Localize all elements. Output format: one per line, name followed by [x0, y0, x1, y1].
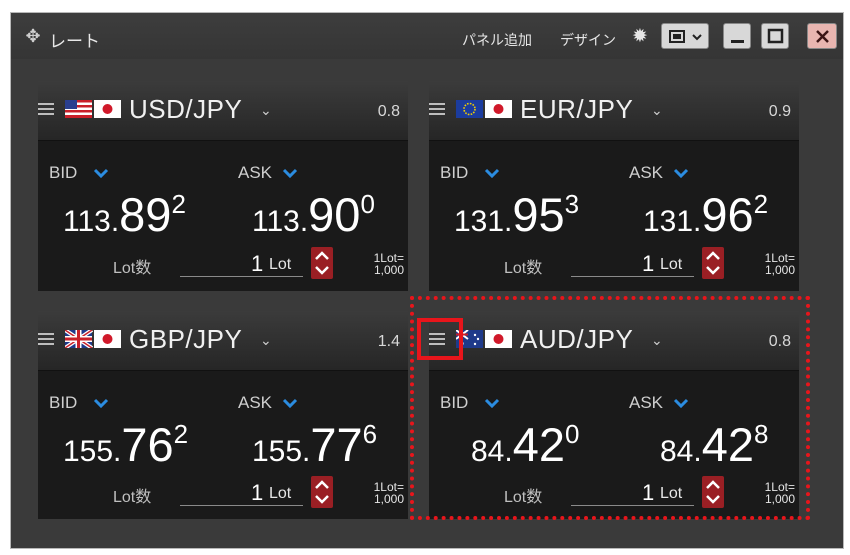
ask-price-button[interactable]: 131.962: [643, 187, 768, 242]
stepper-arrows-icon: [706, 251, 720, 275]
chevron-down-icon[interactable]: [484, 168, 500, 178]
lot-unit: Lot: [660, 256, 683, 273]
lot-stepper[interactable]: [311, 247, 333, 279]
ask-label: ASK: [238, 163, 273, 182]
stepper-arrows-icon: [315, 480, 329, 504]
close-icon: [816, 30, 829, 43]
ask-price-button[interactable]: 113.900: [252, 187, 375, 242]
chevron-down-icon[interactable]: [93, 168, 109, 178]
ask-label: ASK: [629, 163, 664, 182]
panel-header: GBP/JPY ⌄ 1.4: [38, 311, 408, 371]
panel-header: EUR/JPY ⌄ 0.9: [429, 81, 799, 141]
rate-panel-eur-jpy: EUR/JPY ⌄ 0.9 BID ASK 131.953 131.962 Lo…: [429, 81, 799, 291]
lot-size-info: 1Lot= 1,000: [764, 251, 795, 277]
design-button[interactable]: デザイン: [560, 30, 616, 50]
move-icon[interactable]: ✥: [23, 26, 43, 46]
bid-label: BID: [49, 393, 78, 412]
eur-jpy-flags-icon: [456, 100, 512, 118]
spread-value: 1.4: [377, 333, 400, 350]
chevron-down-icon[interactable]: ⌄: [260, 332, 272, 349]
lot-stepper[interactable]: [311, 476, 333, 508]
window-titlebar: ✥ レート パネル追加 デザイン ✹: [11, 13, 843, 59]
lot-unit: Lot: [269, 256, 292, 273]
currency-pair-selector[interactable]: EUR/JPY: [520, 94, 633, 125]
minimize-button[interactable]: [723, 23, 751, 49]
lot-label: Lot数: [113, 260, 152, 277]
layout-dropdown-button[interactable]: [661, 23, 709, 49]
usd-jpy-flags-icon: [65, 100, 121, 118]
currency-pair-selector[interactable]: GBP/JPY: [129, 324, 242, 355]
maximize-icon: [767, 28, 784, 44]
spread-value: 0.8: [377, 103, 400, 120]
highlight-menu-box: [417, 318, 463, 360]
maximize-button[interactable]: [761, 23, 789, 49]
spread-value: 0.9: [768, 103, 791, 120]
rate-panel-gbp-jpy: GBP/JPY ⌄ 1.4 BID ASK 155.762 155.776 Lo…: [38, 311, 408, 519]
bid-label: BID: [440, 163, 469, 182]
lot-value[interactable]: 1: [251, 251, 263, 277]
add-panel-button[interactable]: パネル追加: [462, 30, 532, 50]
bid-price-button[interactable]: 113.892: [63, 187, 186, 242]
ask-label: ASK: [238, 393, 273, 412]
chevron-down-icon[interactable]: [673, 168, 689, 178]
lot-label: Lot数: [113, 489, 152, 506]
chevron-down-icon[interactable]: [93, 398, 109, 408]
chevron-down-icon[interactable]: [282, 168, 298, 178]
panel-header: USD/JPY ⌄ 0.8: [38, 81, 408, 141]
minimize-icon: [731, 40, 744, 43]
bid-price-button[interactable]: 131.953: [454, 187, 579, 242]
rate-panel-usd-jpy: USD/JPY ⌄ 0.8 BID ASK 113.892 113.900 Lo…: [38, 81, 408, 291]
gear-icon[interactable]: ✹: [632, 25, 648, 48]
chevron-down-icon[interactable]: ⌄: [651, 102, 663, 119]
lot-size-info: 1Lot= 1,000: [373, 480, 404, 506]
lot-value[interactable]: 1: [642, 251, 654, 277]
chevron-down-icon[interactable]: ⌄: [260, 102, 272, 119]
lot-label: Lot数: [504, 260, 543, 277]
ask-price-button[interactable]: 155.776: [252, 417, 377, 472]
window-title: レート: [49, 32, 100, 51]
bid-label: BID: [49, 163, 78, 182]
lot-stepper[interactable]: [702, 247, 724, 279]
lot-size-info: 1Lot= 1,000: [373, 251, 404, 277]
currency-pair-selector[interactable]: USD/JPY: [129, 94, 242, 125]
highlight-dotted-frame: [410, 296, 810, 520]
gbp-jpy-flags-icon: [65, 330, 121, 348]
menu-icon[interactable]: [38, 100, 54, 116]
lot-unit: Lot: [269, 485, 292, 502]
close-button[interactable]: [807, 23, 837, 49]
stepper-arrows-icon: [315, 251, 329, 275]
layout-icon: [669, 30, 702, 43]
lot-value[interactable]: 1: [251, 480, 263, 506]
bid-price-button[interactable]: 155.762: [63, 417, 188, 472]
menu-icon[interactable]: [38, 330, 54, 346]
chevron-down-icon[interactable]: [282, 398, 298, 408]
menu-icon[interactable]: [429, 100, 445, 116]
